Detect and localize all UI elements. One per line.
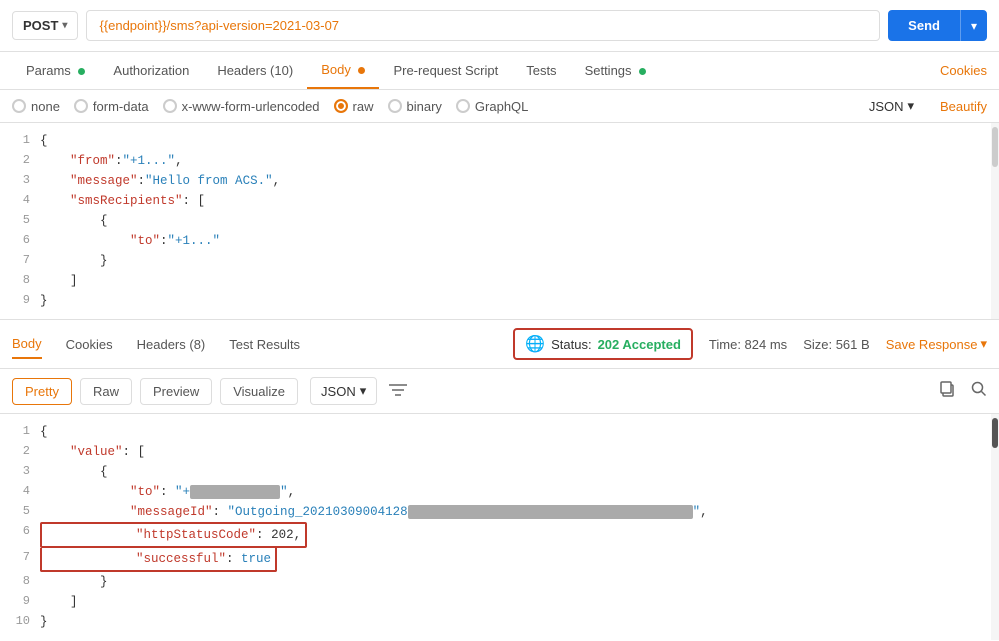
request-code-editor: 1 { 2 "from":"+1...", 3 "message":"Hello… — [0, 123, 999, 320]
response-header: Body Cookies Headers (8) Test Results 🌐 … — [0, 320, 999, 369]
radio-urlencoded-icon — [163, 99, 177, 113]
radio-raw-icon — [334, 99, 348, 113]
resp-tab-body[interactable]: Body — [12, 330, 42, 359]
send-button-wrap: Send ▾ — [888, 10, 987, 41]
radio-none-icon — [12, 99, 26, 113]
beautify-button[interactable]: Beautify — [940, 99, 987, 114]
resp-line-10: 10 } — [0, 612, 999, 632]
scrollbar-thumb — [992, 418, 998, 448]
response-json-select[interactable]: JSON ▾ — [310, 377, 377, 405]
code-line-1: 1 { — [0, 131, 999, 151]
chevron-down-icon: ▾ — [907, 98, 914, 114]
send-dropdown-button[interactable]: ▾ — [960, 10, 987, 41]
body-type-none[interactable]: none — [12, 99, 60, 114]
resp-line-6: 6 "httpStatusCode": 202, — [0, 522, 999, 548]
save-response-button[interactable]: Save Response ▾ — [886, 336, 987, 352]
resp-line-1: 1 { — [0, 422, 999, 442]
body-dot — [358, 67, 365, 74]
response-format-bar: Pretty Raw Preview Visualize JSON ▾ — [0, 369, 999, 414]
resp-tab-cookies[interactable]: Cookies — [66, 331, 113, 358]
tab-tests[interactable]: Tests — [512, 53, 570, 88]
resp-line-4: 4 "to": "+████████████", — [0, 482, 999, 502]
tab-body[interactable]: Body — [307, 52, 379, 89]
body-type-binary[interactable]: binary — [388, 99, 442, 114]
url-input[interactable] — [86, 10, 880, 41]
code-line-4: 4 "smsRecipients": [ — [0, 191, 999, 211]
scrollbar-thumb — [992, 127, 998, 167]
radio-graphql-icon — [456, 99, 470, 113]
send-button[interactable]: Send — [888, 10, 960, 41]
format-preview-button[interactable]: Preview — [140, 378, 212, 405]
body-type-formdata[interactable]: form-data — [74, 99, 149, 114]
response-code-editor: 1 { 2 "value": [ 3 { 4 "to": "+█████████… — [0, 414, 999, 640]
params-dot — [78, 68, 85, 75]
url-bar: POST ▾ Send ▾ — [0, 0, 999, 52]
status-badge: 🌐 Status: 202 Accepted — [513, 328, 693, 360]
resp-line-8: 8 } — [0, 572, 999, 592]
format-visualize-button[interactable]: Visualize — [220, 378, 298, 405]
code-line-8: 8 ] — [0, 271, 999, 291]
chevron-down-icon: ▾ — [62, 20, 67, 31]
radio-binary-icon — [388, 99, 402, 113]
json-format-select[interactable]: JSON ▾ — [869, 98, 914, 114]
request-tabs: Params Authorization Headers (10) Body P… — [0, 52, 999, 90]
body-type-bar: none form-data x-www-form-urlencoded raw… — [0, 90, 999, 123]
response-time: Time: 824 ms — [709, 337, 787, 352]
radio-formdata-icon — [74, 99, 88, 113]
code-line-2: 2 "from":"+1...", — [0, 151, 999, 171]
tab-prerequest[interactable]: Pre-request Script — [379, 53, 512, 88]
response-scrollbar[interactable] — [991, 414, 999, 640]
filter-icon[interactable] — [389, 383, 407, 400]
response-size: Size: 561 B — [803, 337, 870, 352]
resp-line-7: 7 "successful": true — [0, 548, 999, 572]
status-code: 202 Accepted — [598, 337, 681, 352]
tab-authorization[interactable]: Authorization — [99, 53, 203, 88]
resp-line-2: 2 "value": [ — [0, 442, 999, 462]
chevron-down-icon: ▾ — [360, 383, 367, 399]
cookies-link[interactable]: Cookies — [940, 63, 987, 78]
chevron-down-icon: ▾ — [980, 336, 987, 352]
format-pretty-button[interactable]: Pretty — [12, 378, 72, 405]
code-line-6: 6 "to":"+1..." — [0, 231, 999, 251]
resp-tab-headers[interactable]: Headers (8) — [137, 331, 206, 358]
search-icon[interactable] — [971, 381, 987, 401]
resp-line-9: 9 ] — [0, 592, 999, 612]
code-line-7: 7 } — [0, 251, 999, 271]
method-label: POST — [23, 18, 58, 33]
resp-line-5: 5 "messageId": "Outgoing_20210309004128█… — [0, 502, 999, 522]
resp-tab-testresults[interactable]: Test Results — [229, 331, 300, 358]
body-type-raw[interactable]: raw — [334, 99, 374, 114]
body-type-urlencoded[interactable]: x-www-form-urlencoded — [163, 99, 320, 114]
code-line-3: 3 "message":"Hello from ACS.", — [0, 171, 999, 191]
settings-dot — [639, 68, 646, 75]
code-line-5: 5 { — [0, 211, 999, 231]
body-type-graphql[interactable]: GraphQL — [456, 99, 528, 114]
copy-icon[interactable] — [939, 381, 955, 401]
editor-scrollbar[interactable] — [991, 123, 999, 319]
resp-line-3: 3 { — [0, 462, 999, 482]
code-line-9: 9 } — [0, 291, 999, 311]
globe-icon: 🌐 — [525, 334, 545, 354]
tab-settings[interactable]: Settings — [571, 53, 661, 88]
format-raw-button[interactable]: Raw — [80, 378, 132, 405]
tab-params[interactable]: Params — [12, 53, 99, 88]
tab-headers[interactable]: Headers (10) — [203, 53, 307, 88]
method-select[interactable]: POST ▾ — [12, 11, 78, 40]
